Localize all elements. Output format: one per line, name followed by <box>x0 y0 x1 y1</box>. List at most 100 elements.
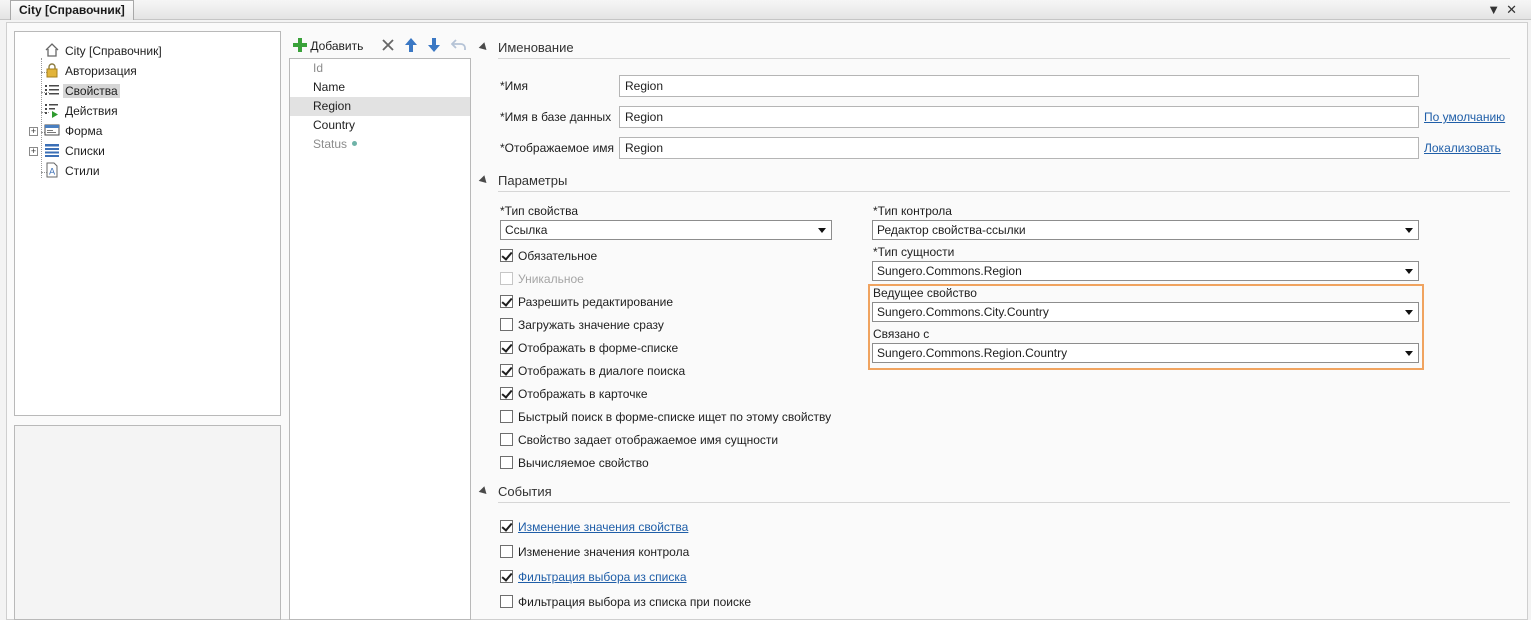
select-value: Редактор свойства-ссылки <box>877 223 1026 237</box>
list-item-country[interactable]: Country <box>290 116 470 135</box>
tab-list-dropdown-icon[interactable]: ▼ <box>1487 2 1506 17</box>
allow-edit-checkbox[interactable]: Разрешить редактирование <box>500 294 673 310</box>
properties-toolbar: Добавить <box>293 35 473 55</box>
event-lookup-filtering[interactable]: Фильтрация выбора из списка <box>500 569 687 585</box>
section-divider <box>498 502 1510 503</box>
leading-property-select[interactable]: Sungero.Commons.City.Country <box>872 302 1419 322</box>
params-section-header[interactable]: Параметры <box>478 172 567 190</box>
tree-item-root[interactable]: City [Справочник] <box>44 42 164 60</box>
checkbox-box[interactable] <box>500 456 513 469</box>
entity-tree-panel: City [Справочник] Авторизация Свойства Д… <box>14 31 281 416</box>
select-value: Ссылка <box>505 223 548 237</box>
checkbox-box[interactable] <box>500 341 513 354</box>
tree-item-styles[interactable]: A Стили <box>44 162 102 180</box>
add-button-label: Добавить <box>310 38 364 53</box>
control-type-label: *Тип контрола <box>873 204 952 218</box>
chevron-down-icon <box>818 228 826 233</box>
plus-icon <box>293 37 307 52</box>
tree-connector <box>41 58 42 178</box>
show-in-list-checkbox[interactable]: Отображать в форме-списке <box>500 340 678 356</box>
checkbox-box[interactable] <box>500 545 513 558</box>
document-tab[interactable]: City [Справочник] <box>10 0 134 20</box>
load-immediately-checkbox[interactable]: Загружать значение сразу <box>500 317 664 333</box>
add-property-button[interactable]: Добавить <box>293 36 363 56</box>
expand-form-icon[interactable]: + <box>29 127 38 136</box>
event-search-filtering[interactable]: Фильтрация выбора из списка при поиске <box>500 594 751 610</box>
event-control-changed[interactable]: Изменение значения контрола <box>500 544 689 560</box>
move-up-button[interactable] <box>404 36 418 56</box>
tree-item-authorization[interactable]: Авторизация <box>44 62 139 80</box>
select-value: Sungero.Commons.Region <box>877 264 1022 278</box>
section-title: Именование <box>498 40 574 55</box>
list-item-name[interactable]: Name <box>290 78 470 97</box>
checkbox-label: Обязательное <box>518 249 598 263</box>
required-checkbox[interactable]: Обязательное <box>500 248 597 264</box>
undo-button[interactable] <box>450 36 467 56</box>
event-link[interactable]: Изменение значения свойства <box>518 520 688 534</box>
checkbox-box[interactable] <box>500 433 513 446</box>
move-down-button[interactable] <box>427 36 441 56</box>
checkbox-box[interactable] <box>500 570 513 583</box>
tree-item-label: Авторизация <box>65 64 137 78</box>
checkbox-label: Отображать в диалоге поиска <box>518 364 686 378</box>
checkbox-box[interactable] <box>500 249 513 262</box>
linked-with-select[interactable]: Sungero.Commons.Region.Country <box>872 343 1419 363</box>
properties-list-icon <box>44 82 60 98</box>
control-type-select[interactable]: Редактор свойства-ссылки <box>872 220 1419 240</box>
tree-item-properties[interactable]: Свойства <box>44 82 120 100</box>
status-dot-icon <box>352 141 358 146</box>
property-type-select[interactable]: Ссылка <box>500 220 832 240</box>
event-link[interactable]: Фильтрация выбора из списка <box>518 570 687 584</box>
details-panel <box>14 425 281 620</box>
tree-item-label: Свойства <box>63 84 120 98</box>
display-name-source-checkbox[interactable]: Свойство задает отображаемое имя сущност… <box>500 432 778 448</box>
document-tab-bar: City [Справочник] ▼✕ <box>0 0 1531 20</box>
entity-type-label: *Тип сущности <box>873 245 955 259</box>
quick-search-checkbox[interactable]: Быстрый поиск в форме-списке ищет по это… <box>500 409 831 425</box>
checkbox-box[interactable] <box>500 295 513 308</box>
checkbox-box[interactable] <box>500 387 513 400</box>
name-input[interactable]: Region <box>619 75 1419 97</box>
home-icon <box>44 42 60 58</box>
entity-type-select[interactable]: Sungero.Commons.Region <box>872 261 1419 281</box>
arrow-up-icon <box>405 37 418 52</box>
section-divider <box>498 191 1510 192</box>
db-name-label: *Имя в базе данных <box>500 110 612 124</box>
events-section-header[interactable]: События <box>478 483 552 501</box>
show-in-search-checkbox[interactable]: Отображать в диалоге поиска <box>500 363 685 379</box>
expand-lists-icon[interactable]: + <box>29 147 38 156</box>
display-name-label: *Отображаемое имя <box>500 141 615 155</box>
checkbox-box[interactable] <box>500 520 513 533</box>
computed-property-checkbox[interactable]: Вычисляемое свойство <box>500 455 649 471</box>
unique-checkbox[interactable]: Уникальное <box>500 271 584 287</box>
select-value: Sungero.Commons.Region.Country <box>877 346 1068 360</box>
event-property-changed[interactable]: Изменение значения свойства <box>500 519 688 535</box>
close-tab-icon[interactable]: ✕ <box>1506 2 1523 17</box>
tree-item-actions[interactable]: Действия <box>44 102 120 120</box>
tree-item-lists[interactable]: Списки <box>44 142 107 160</box>
property-label: Country <box>313 118 356 132</box>
tree-item-form[interactable]: Форма <box>44 122 104 140</box>
checkbox-box[interactable] <box>500 364 513 377</box>
checkbox-label: Фильтрация выбора из списка при поиске <box>518 595 752 609</box>
property-label: Id <box>313 61 324 75</box>
delete-property-button[interactable] <box>381 36 395 56</box>
display-name-input[interactable]: Region <box>619 137 1419 159</box>
checkbox-box[interactable] <box>500 410 513 423</box>
db-name-input[interactable]: Region <box>619 106 1419 128</box>
localize-link[interactable]: Локализовать <box>1424 140 1501 156</box>
show-in-card-checkbox[interactable]: Отображать в карточке <box>500 386 648 402</box>
checkbox-box[interactable] <box>500 318 513 331</box>
checkbox-box[interactable] <box>500 595 513 608</box>
default-link[interactable]: По умолчанию <box>1424 109 1505 125</box>
form-icon <box>44 122 60 138</box>
checkbox-label: Отображать в карточке <box>518 387 648 401</box>
list-item-id[interactable]: Id <box>290 59 470 78</box>
checkbox-label: Изменение значения контрола <box>518 545 690 559</box>
naming-section-header[interactable]: Именование <box>478 39 574 57</box>
chevron-down-icon <box>1405 228 1413 233</box>
list-item-status[interactable]: Status <box>290 135 470 154</box>
list-item-region[interactable]: Region <box>290 97 470 116</box>
collapse-triangle-icon <box>478 42 490 53</box>
checkbox-box[interactable] <box>500 272 513 285</box>
